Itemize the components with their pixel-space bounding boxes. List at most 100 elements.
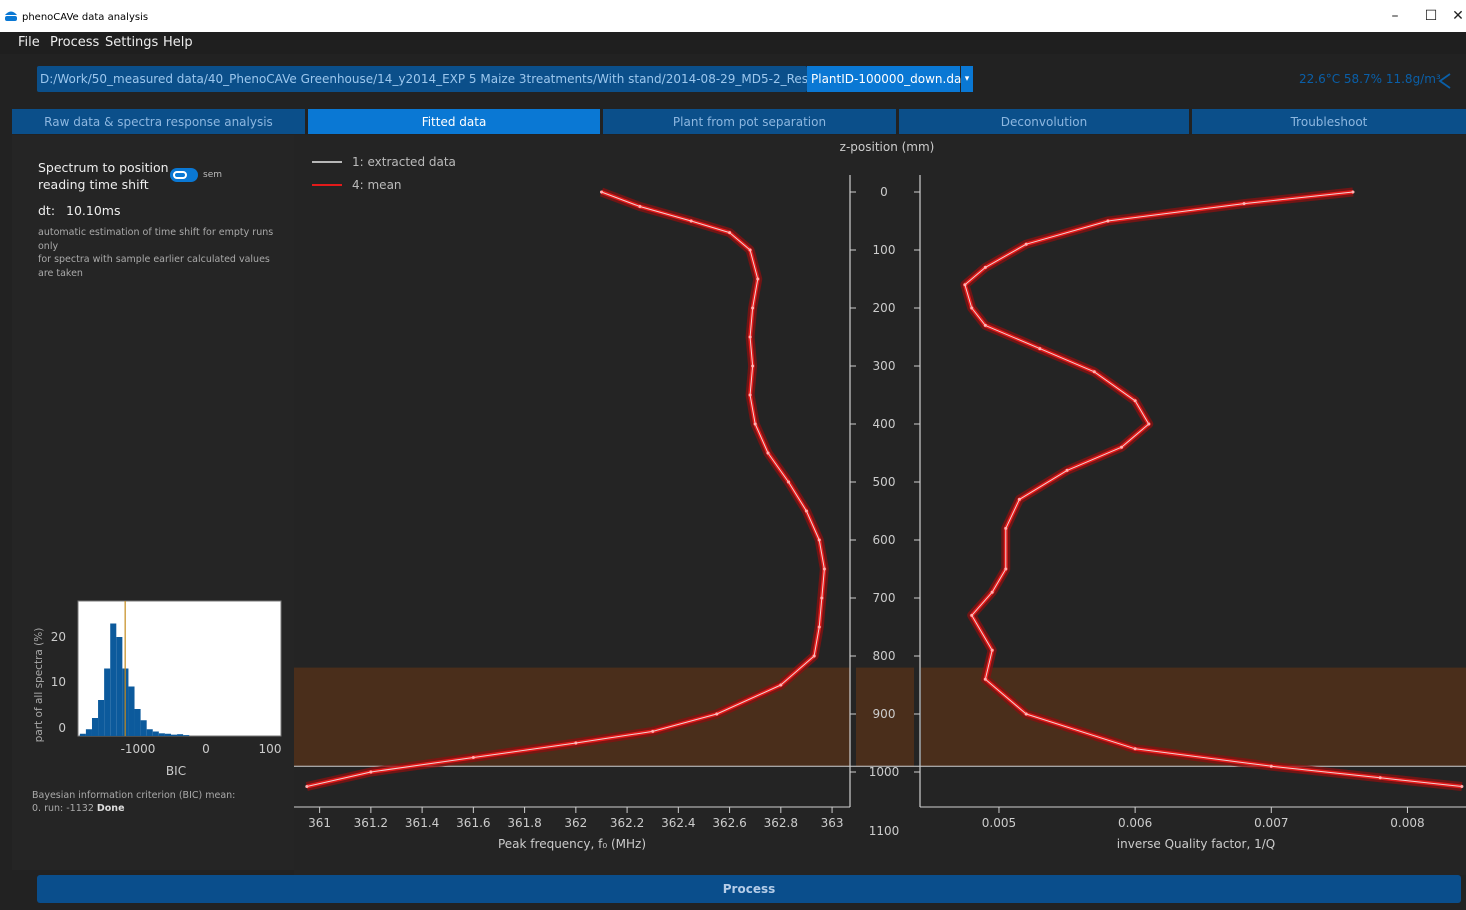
z-tick-label-6: 600 [873,533,896,547]
shading-q [921,667,1466,767]
z-tick-label-11: 1100 [869,824,900,838]
histogram-bar-3 [98,700,105,736]
freq-point-15 [822,567,826,571]
histogram-bar-1 [85,729,92,736]
bic-run-value: 0. run: -1132 [32,803,94,814]
q-point-6 [970,306,974,310]
histogram-bar-17 [183,735,190,736]
freq-tick-label-3: 361.6 [456,816,490,830]
histogram-bar-13 [158,733,165,736]
freq-point-19 [779,683,783,687]
q-point-13 [1065,468,1069,472]
path-directory: D:/Work/50_measured data/40_PhenoCAVe Gr… [40,72,852,86]
freq-point-16 [820,596,824,600]
minimize-button[interactable]: – [1380,6,1410,26]
q-tick-label-3: 0.008 [1390,816,1424,830]
menu-help[interactable]: Help [163,35,193,50]
q-point-4 [983,265,987,269]
histogram-ytick-10: 10 [51,675,66,689]
tab-plant-separation[interactable]: Plant from pot separation [603,109,896,134]
bic-status: Done [96,803,125,814]
histogram-xtick-minus1000: -1000 [121,742,156,756]
q-point-0 [1351,190,1355,194]
freq-tick-label-1: 361.2 [354,816,388,830]
histogram-bar-12 [152,731,159,736]
freq-tick-label-6: 362.2 [610,816,644,830]
histogram-xtick-100: 100 [259,742,282,756]
freq-tick-label-8: 362.6 [712,816,746,830]
freq-tick-label-10: 363 [821,816,844,830]
q-point-17 [990,590,994,594]
q-point-8 [1038,347,1042,351]
process-button[interactable]: Process [37,875,1461,903]
path-dropdown-button[interactable]: ▾ [961,66,973,92]
freq-point-12 [787,480,791,484]
histogram-bar-6 [116,637,123,736]
maximize-button[interactable]: ☐ [1416,6,1446,26]
freq-point-2 [689,219,693,223]
q-point-7 [983,323,987,327]
q-point-2 [1106,219,1110,223]
dt-value: 10.10ms [66,203,121,218]
path-selector[interactable]: D:/Work/50_measured data/40_PhenoCAVe Gr… [37,66,851,92]
q-point-21 [1024,712,1028,716]
fitted-data-plot: 1: extracted data 4: mean 361 361.2 361.4 3… [294,135,1466,875]
z-tick-label-5: 500 [873,475,896,489]
note-line-3: for spectra with sample earlier calculat… [38,254,270,265]
freq-point-1 [638,205,642,208]
z-tick-label-3: 300 [873,359,896,373]
freq-point-14 [817,538,821,542]
sem-toggle[interactable] [170,168,198,182]
close-button[interactable]: ✕ [1450,6,1466,26]
q-point-16 [1004,567,1008,571]
freq-point-11 [766,451,770,455]
z-tick-label-8: 800 [873,649,896,663]
menu-settings[interactable]: Settings [105,35,158,50]
path-file[interactable]: PlantID-100000_down.dat [807,66,966,92]
z-tick-label-9: 900 [873,707,896,721]
freq-point-9 [748,393,752,397]
freq-xlabel: Peak frequency, f₀ (MHz) [498,837,646,851]
freq-tick-label-9: 362.8 [764,816,798,830]
histogram-bar-5 [110,623,117,736]
z-tick-label-4: 400 [873,417,896,431]
tab-raw-data[interactable]: Raw data & spectra response analysis [12,109,305,134]
note-line-1: automatic estimation of time shift for e… [38,227,274,238]
freq-point-18 [812,654,816,658]
z-tick-label-2: 200 [873,301,896,315]
freq-point-10 [753,422,757,426]
legend-label-mean: 4: mean [352,178,402,192]
q-point-23 [1269,764,1273,768]
freq-point-0 [599,190,603,194]
tab-fitted-data[interactable]: Fitted data [308,109,600,134]
tab-troubleshoot[interactable]: Troubleshoot [1192,109,1466,134]
q-point-24 [1378,776,1382,780]
menu-file[interactable]: File [18,35,40,50]
freq-point-3 [728,231,732,235]
histogram-ytick-20: 20 [51,630,66,644]
title-bar: phenoCAVe data analysis – ☐ ✕ [0,0,1466,32]
histogram-bar-8 [128,686,135,736]
freq-point-5 [756,277,760,281]
q-point-20 [983,677,987,681]
menu-process[interactable]: Process [50,35,99,50]
path-file-label: PlantID-100000_down.dat [811,72,967,86]
q-point-10 [1133,399,1137,403]
q-point-19 [990,648,994,652]
histogram-bar-10 [140,720,147,736]
z-tick-label-1: 100 [873,243,896,257]
q-xlabel: inverse Quality factor, 1/Q [1117,837,1275,851]
share-icon[interactable] [1438,72,1452,90]
note-line-2: only [38,241,59,252]
tab-deconvolution[interactable]: Deconvolution [899,109,1189,134]
sem-toggle-label: sem [203,170,222,180]
q-point-12 [1120,445,1124,449]
histogram-ytick-0: 0 [58,721,66,735]
q-point-25 [1460,785,1464,788]
freq-point-13 [804,509,808,513]
menu-bar: File Process Settings Help [0,32,1466,54]
histogram-bar-9 [134,709,141,736]
freq-point-6 [751,306,755,310]
z-axis-title: z-position (mm) [840,140,935,154]
environment-readout: 22.6°C 58.7% 11.8g/m³ [1299,72,1441,86]
